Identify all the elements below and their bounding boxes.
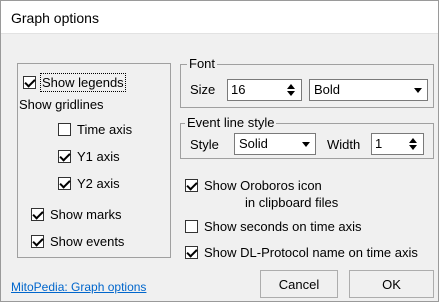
dialog-title: Graph options — [11, 10, 99, 26]
spin-arrows-icon[interactable] — [283, 82, 299, 98]
show-gridlines-label: Show gridlines — [19, 97, 104, 112]
y2-axis-label: Y2 axis — [77, 176, 120, 191]
graph-options-dialog: Graph options Show legends Show gridline… — [0, 0, 439, 302]
spin-arrows-icon[interactable] — [405, 136, 421, 152]
show-dl-protocol-label: Show DL-Protocol name on time axis — [204, 245, 418, 260]
y1-axis-checkbox[interactable]: Y1 axis — [58, 149, 120, 164]
chevron-down-icon[interactable] — [297, 134, 315, 154]
show-oroboros-icon-checkbox[interactable]: Show Oroboros icon — [185, 178, 322, 193]
font-size-label: Size — [190, 82, 216, 97]
checkbox-checked-icon — [58, 177, 71, 190]
show-seconds-label: Show seconds on time axis — [204, 219, 362, 234]
checkbox-checked-icon — [185, 246, 198, 259]
checkbox-checked-icon — [31, 208, 44, 221]
chevron-down-icon[interactable] — [409, 80, 427, 100]
font-weight-value: Bold — [314, 82, 341, 97]
show-marks-checkbox[interactable]: Show marks — [31, 207, 122, 222]
font-size-value: 16 — [231, 82, 246, 97]
y1-axis-label: Y1 axis — [77, 149, 120, 164]
show-oroboros-icon-label: Show Oroboros icon — [204, 178, 322, 193]
checkbox-checked-icon — [23, 76, 36, 89]
mitopedia-link[interactable]: MitoPedia: Graph options — [11, 280, 146, 294]
show-events-label: Show events — [50, 234, 125, 249]
font-size-spinner[interactable]: 16 — [227, 79, 302, 101]
show-events-checkbox[interactable]: Show events — [31, 234, 124, 249]
time-axis-label: Time axis — [77, 122, 133, 137]
show-legends-checkbox[interactable]: Show legends — [23, 73, 126, 92]
font-weight-dropdown[interactable]: Bold — [309, 79, 428, 101]
y2-axis-checkbox[interactable]: Y2 axis — [58, 176, 120, 191]
show-marks-label: Show marks — [50, 207, 122, 222]
checkbox-unchecked-icon — [185, 220, 198, 233]
show-legends-label: Show legends — [40, 73, 126, 92]
ok-button[interactable]: OK — [349, 270, 434, 298]
line-width-value: 1 — [375, 136, 383, 151]
cancel-button[interactable]: Cancel — [260, 270, 338, 298]
font-group-label: Font — [187, 56, 218, 71]
width-label: Width — [327, 137, 361, 152]
title-bar: Graph options — [1, 1, 438, 34]
show-dl-protocol-checkbox[interactable]: Show DL-Protocol name on time axis — [185, 245, 418, 260]
line-width-spinner[interactable]: 1 — [371, 133, 424, 155]
time-axis-checkbox[interactable]: Time axis — [58, 122, 132, 137]
checkbox-checked-icon — [185, 179, 198, 192]
show-seconds-checkbox[interactable]: Show seconds on time axis — [185, 219, 362, 234]
show-oroboros-icon-label-line2: in clipboard files — [245, 195, 339, 210]
checkbox-checked-icon — [58, 150, 71, 163]
style-label: Style — [190, 137, 219, 152]
ok-button-label: OK — [382, 276, 401, 292]
checkbox-unchecked-icon — [58, 123, 71, 136]
checkbox-checked-icon — [31, 235, 44, 248]
cancel-button-label: Cancel — [278, 276, 320, 292]
event-line-style-label: Event line style — [185, 115, 277, 130]
line-style-value: Solid — [239, 136, 268, 151]
line-style-dropdown[interactable]: Solid — [234, 133, 316, 155]
